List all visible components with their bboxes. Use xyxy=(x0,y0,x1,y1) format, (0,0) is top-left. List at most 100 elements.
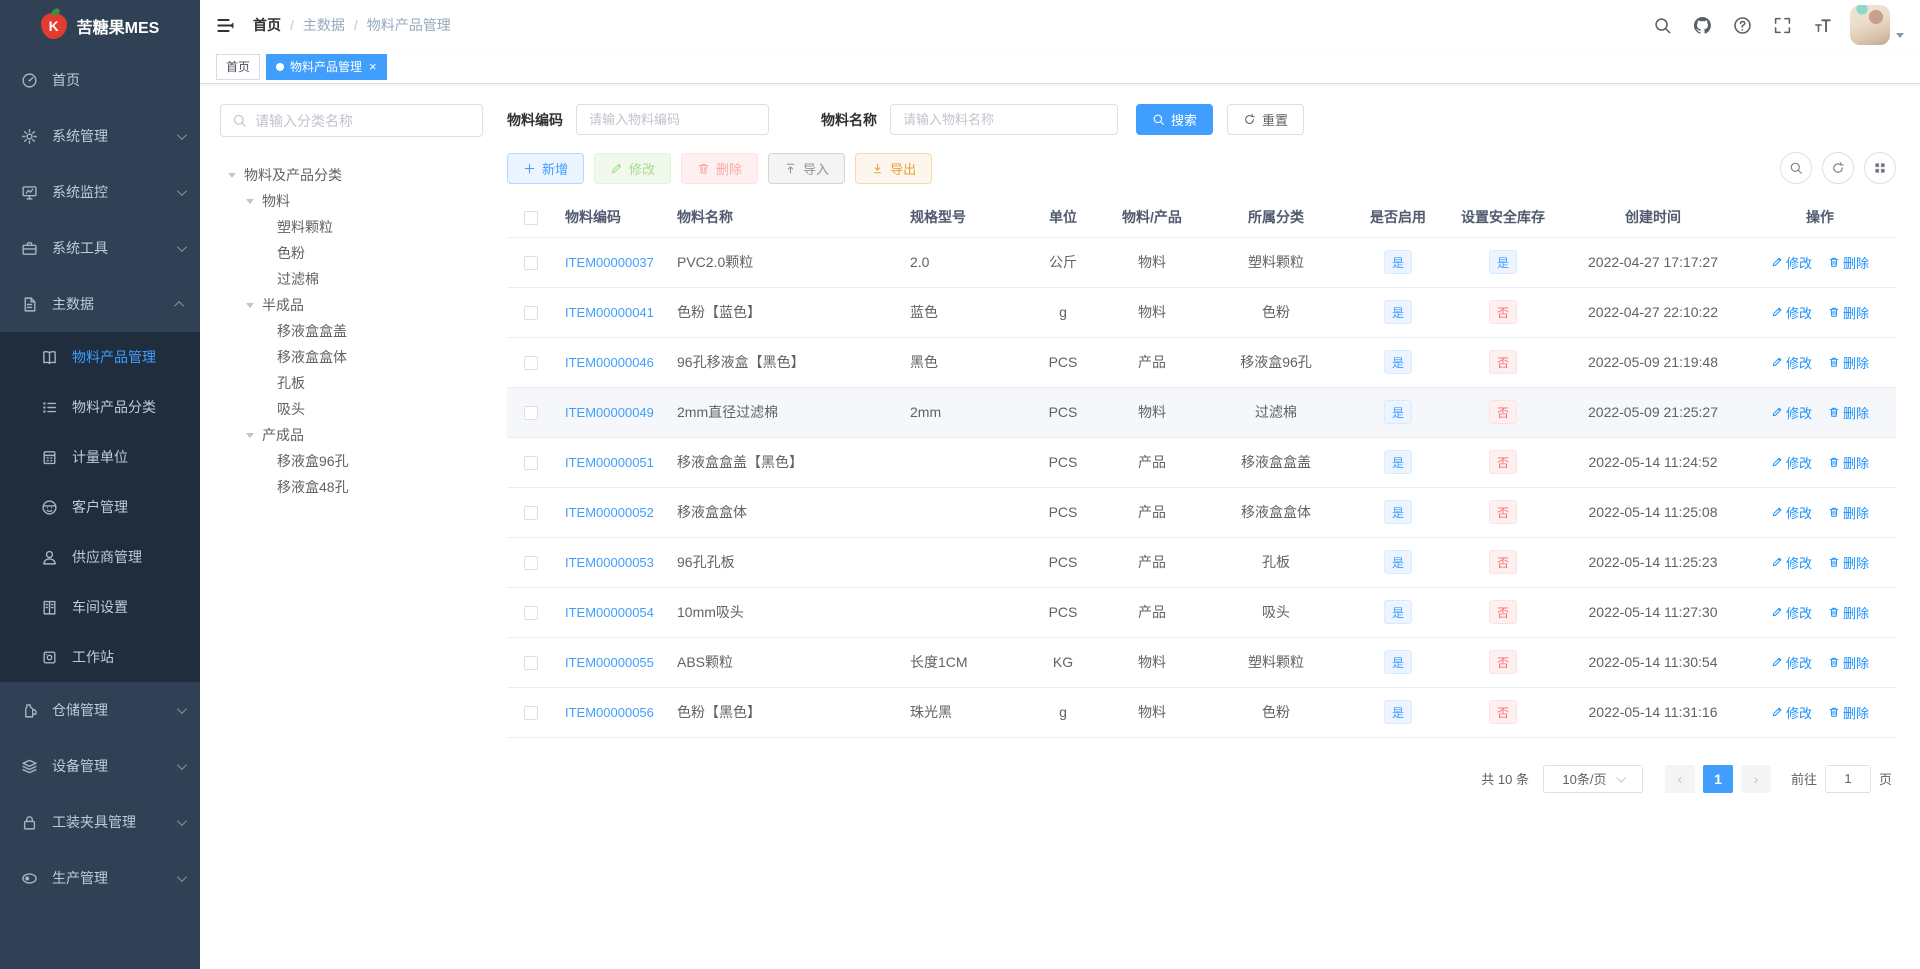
material-code-link[interactable]: ITEM00000055 xyxy=(565,655,654,670)
row-edit-button[interactable]: 修改 xyxy=(1771,453,1812,472)
tree-node[interactable]: 色粉 xyxy=(220,240,483,266)
row-checkbox[interactable] xyxy=(524,306,538,321)
hamburger-icon[interactable] xyxy=(216,16,235,35)
fullscreen-icon[interactable] xyxy=(1762,0,1802,50)
material-name-input[interactable] xyxy=(890,104,1118,135)
reset-button[interactable]: 重置 xyxy=(1227,104,1305,135)
row-delete-button[interactable]: 删除 xyxy=(1828,453,1869,472)
search-button[interactable]: 搜索 xyxy=(1136,104,1214,135)
row-delete-button[interactable]: 删除 xyxy=(1828,403,1869,422)
row-checkbox[interactable] xyxy=(524,656,538,671)
row-checkbox[interactable] xyxy=(524,456,538,471)
sidebar-item[interactable]: 主数据 xyxy=(0,276,200,332)
row-edit-button[interactable]: 修改 xyxy=(1771,353,1812,372)
row-delete-button[interactable]: 删除 xyxy=(1828,253,1869,272)
delete-button[interactable]: 删除 xyxy=(681,152,759,184)
material-code-link[interactable]: ITEM00000051 xyxy=(565,455,654,470)
sidebar-item[interactable]: 仓储管理 xyxy=(0,682,200,738)
tree-node[interactable]: 过滤棉 xyxy=(220,266,483,292)
search-icon[interactable] xyxy=(1642,0,1682,50)
sidebar-item[interactable]: 生产管理 xyxy=(0,850,200,906)
row-edit-button[interactable]: 修改 xyxy=(1771,503,1812,522)
material-code-link[interactable]: ITEM00000054 xyxy=(565,605,654,620)
tab-close-icon[interactable]: × xyxy=(369,60,377,73)
material-code-link[interactable]: ITEM00000049 xyxy=(565,405,654,420)
sidebar-item[interactable]: 首页 xyxy=(0,52,200,108)
next-page-button[interactable]: › xyxy=(1740,764,1771,793)
row-edit-button[interactable]: 修改 xyxy=(1771,653,1812,672)
logo[interactable]: K 苦糖果MES xyxy=(0,0,200,52)
row-delete-button[interactable]: 删除 xyxy=(1828,553,1869,572)
sidebar-item[interactable]: 系统管理 xyxy=(0,108,200,164)
help-icon[interactable] xyxy=(1722,0,1762,50)
page-size-select[interactable]: 10条/页 xyxy=(1542,764,1643,793)
user-menu[interactable] xyxy=(1850,5,1904,45)
sidebar-subitem[interactable]: 客户管理 xyxy=(0,482,200,532)
sidebar-item[interactable]: 工装夹具管理 xyxy=(0,794,200,850)
row-checkbox[interactable] xyxy=(524,406,538,421)
row-checkbox[interactable] xyxy=(524,556,538,571)
sidebar-subitem[interactable]: 物料产品管理 xyxy=(0,332,200,382)
row-edit-button[interactable]: 修改 xyxy=(1771,603,1812,622)
row-checkbox[interactable] xyxy=(524,606,538,621)
tab-material-product[interactable]: 物料产品管理 × xyxy=(266,53,387,80)
row-delete-button[interactable]: 删除 xyxy=(1828,503,1869,522)
github-icon[interactable] xyxy=(1682,0,1722,50)
tree-node[interactable]: 移液盒96孔 xyxy=(220,448,483,474)
avatar[interactable] xyxy=(1850,5,1890,45)
sidebar-item[interactable]: 系统工具 xyxy=(0,220,200,276)
material-code-link[interactable]: ITEM00000053 xyxy=(565,555,654,570)
add-button[interactable]: 新增 xyxy=(507,152,585,184)
row-checkbox[interactable] xyxy=(524,706,538,721)
column-settings-button[interactable] xyxy=(1864,152,1896,184)
sidebar-subitem[interactable]: 计量单位 xyxy=(0,432,200,482)
row-delete-button[interactable]: 删除 xyxy=(1828,653,1869,672)
breadcrumb-home[interactable]: 首页 xyxy=(253,15,281,35)
row-checkbox[interactable] xyxy=(524,506,538,521)
export-button[interactable]: 导出 xyxy=(855,152,933,184)
edit-button[interactable]: 修改 xyxy=(594,152,672,184)
material-code-link[interactable]: ITEM00000046 xyxy=(565,355,654,370)
material-code-link[interactable]: ITEM00000056 xyxy=(565,705,654,720)
tree-node[interactable]: 移液盒48孔 xyxy=(220,474,483,500)
category-search-input[interactable] xyxy=(255,112,471,129)
row-edit-button[interactable]: 修改 xyxy=(1771,703,1812,722)
tree-node[interactable]: 移液盒盒盖 xyxy=(220,318,483,344)
tree-node[interactable]: 吸头 xyxy=(220,396,483,422)
row-edit-button[interactable]: 修改 xyxy=(1771,403,1812,422)
sidebar-subitem[interactable]: 供应商管理 xyxy=(0,532,200,582)
select-all-checkbox[interactable] xyxy=(524,210,538,225)
row-checkbox[interactable] xyxy=(524,256,538,271)
tree-node[interactable]: 半成品 xyxy=(220,292,483,318)
font-size-icon[interactable] xyxy=(1802,0,1842,50)
tab-home[interactable]: 首页 xyxy=(216,53,261,80)
sidebar-subitem[interactable]: 车间设置 xyxy=(0,582,200,632)
sidebar-subitem[interactable]: 工作站 xyxy=(0,632,200,682)
tree-node[interactable]: 物料 xyxy=(220,188,483,214)
import-button[interactable]: 导入 xyxy=(768,152,846,184)
toggle-search-button[interactable] xyxy=(1780,152,1812,184)
row-edit-button[interactable]: 修改 xyxy=(1771,253,1812,272)
row-checkbox[interactable] xyxy=(524,356,538,371)
sidebar-subitem[interactable]: 物料产品分类 xyxy=(0,382,200,432)
row-edit-button[interactable]: 修改 xyxy=(1771,553,1812,572)
material-code-link[interactable]: ITEM00000041 xyxy=(565,305,654,320)
prev-page-button[interactable]: ‹ xyxy=(1664,764,1695,793)
row-edit-button[interactable]: 修改 xyxy=(1771,303,1812,322)
row-delete-button[interactable]: 删除 xyxy=(1828,303,1869,322)
refresh-table-button[interactable] xyxy=(1822,152,1854,184)
tree-node[interactable]: 物料及产品分类 xyxy=(220,162,483,188)
goto-page-input[interactable] xyxy=(1824,764,1871,793)
tree-node[interactable]: 塑料颗粒 xyxy=(220,214,483,240)
page-number-button[interactable]: 1 xyxy=(1702,764,1733,793)
sidebar-item[interactable]: 设备管理 xyxy=(0,738,200,794)
row-delete-button[interactable]: 删除 xyxy=(1828,703,1869,722)
row-delete-button[interactable]: 删除 xyxy=(1828,603,1869,622)
tree-node[interactable]: 孔板 xyxy=(220,370,483,396)
tree-node[interactable]: 产成品 xyxy=(220,422,483,448)
row-delete-button[interactable]: 删除 xyxy=(1828,353,1869,372)
material-code-link[interactable]: ITEM00000052 xyxy=(565,505,654,520)
sidebar-item[interactable]: 系统监控 xyxy=(0,164,200,220)
material-code-input[interactable] xyxy=(576,104,769,135)
material-code-link[interactable]: ITEM00000037 xyxy=(565,255,654,270)
